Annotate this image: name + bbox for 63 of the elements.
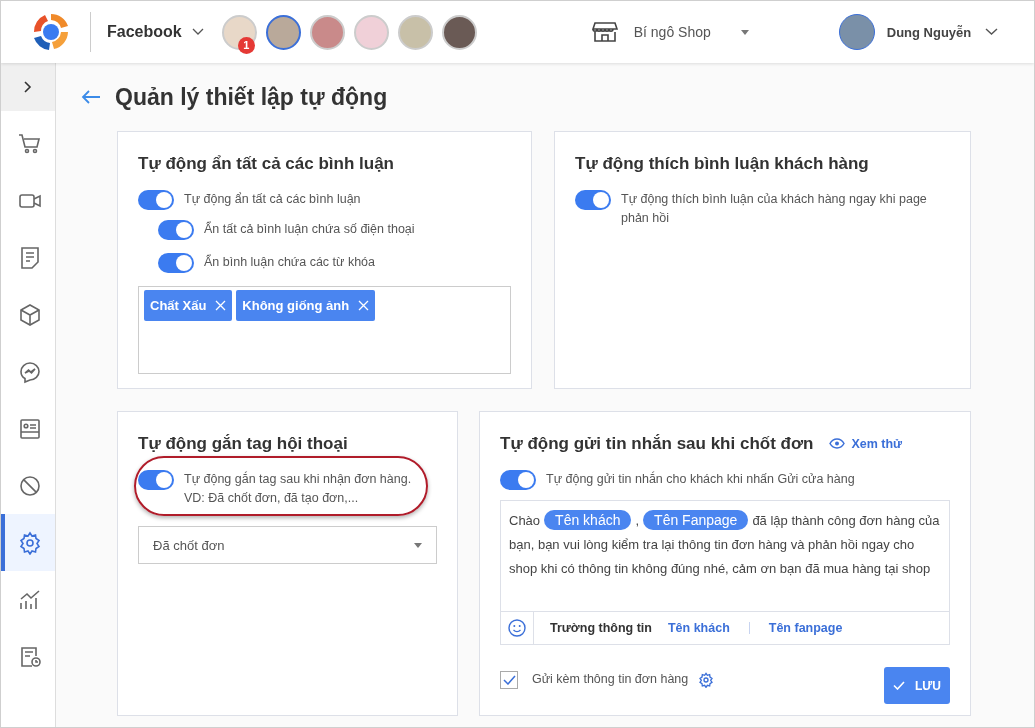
option-label: Tự động thích bình luận của khách hàng ngay khi page phản hồi [621,191,928,227]
card-icon [18,416,42,441]
toggle-switch[interactable] [158,253,194,273]
shop-dropdown[interactable]: Bí ngô Shop [633,24,749,40]
cart-icon [18,131,42,156]
save-button[interactable]: LƯU [884,667,950,704]
toggle-switch[interactable] [138,190,174,210]
report-icon [18,644,42,669]
insert-field-link[interactable]: Tên fanpage [768,621,843,635]
option-hint: VD: Đã chốt đơn, đã tạo đơn,... [184,490,360,507]
user-avatar [838,14,875,50]
option-label: Tự động ẩn tất cả các bình luận [184,191,361,208]
toggle-switch[interactable] [138,470,174,490]
settings-icon[interactable] [698,671,715,688]
chart-icon [18,587,42,612]
page-title: Quản lý thiết lập tự động [115,83,388,111]
store-icon [591,21,618,43]
keyword-input[interactable]: Chất Xấu Không giống ảnh [138,286,511,374]
chevron-right-icon [24,81,32,93]
variable-chip: Tên khách [544,510,632,530]
keyword-tag: Chất Xấu [144,290,233,321]
messenger-icon [18,359,42,384]
insert-field-link[interactable]: Tên khách [667,621,730,635]
page-avatar[interactable] [265,14,301,50]
option-label: Ẩn bình luận chứa các từ khóa [204,253,375,271]
toggle-switch[interactable] [575,190,611,210]
toggle-switch[interactable] [158,220,194,240]
option-label: Ẩn tất cả bình luận chứa số điện thoại [204,220,415,238]
dropdown-arrow-icon [414,542,422,548]
check-icon [893,681,905,690]
box-icon [18,302,42,327]
logo-icon [31,12,71,52]
tag-select[interactable]: Đã chốt đơn [138,526,437,564]
notification-badge: 1 [237,36,255,54]
ban-icon [18,473,42,498]
preview-link[interactable]: Xem thử [829,436,903,451]
eye-icon [829,438,846,449]
keyword-tag: Không giống ảnh [236,290,376,321]
message-editor[interactable] [500,500,950,645]
checkbox-label: Gửi kèm thông tin đơn hàng [532,671,689,688]
card-title: Tự động ẩn tất cả các bình luận [138,154,395,174]
chevron-down-icon [985,28,999,36]
channel-dropdown[interactable]: Facebook [107,23,204,41]
chevron-down-icon [191,28,204,36]
variable-chip: Tên Fanpage [643,510,749,530]
card-title: Tự động gắn tag hội thoại [138,434,349,454]
card-title: Tự động thích bình luận khách hàng [575,154,870,174]
settings-icon [18,530,42,555]
close-icon[interactable] [358,300,370,311]
option-label: Tự động gửi tin nhắn cho khách khi nhấn Gửi cửa hàng [546,470,855,488]
fields-label: Trường thông tin [550,621,652,635]
message-text: Chào Tên khách , Tên Fanpage đã lập thành công đơn hàng của bạn, bạn vui lòng kiểm tra lại thông tin đơn hàng và phản hồi ngay cho shop khi có thông tin không đúng nhé, cảm ơn bạn đã mua hàng tại shop [508,509,941,578]
sidebar-item[interactable] [1,514,55,571]
back-arrow-icon[interactable] [81,89,101,105]
close-icon[interactable] [215,300,227,311]
user-menu[interactable]: Dung Nguyễn [886,24,999,40]
option-label: Tự động gắn tag sau khi nhận đơn hàng. [184,470,412,488]
dropdown-arrow-icon [740,29,749,35]
checkbox[interactable] [500,670,518,689]
smiley-icon[interactable] [508,619,526,637]
card-title: Tự động gửi tin nhắn sau khi chốt đơn [500,434,814,454]
note-icon [18,245,42,270]
toggle-switch[interactable] [500,470,536,490]
